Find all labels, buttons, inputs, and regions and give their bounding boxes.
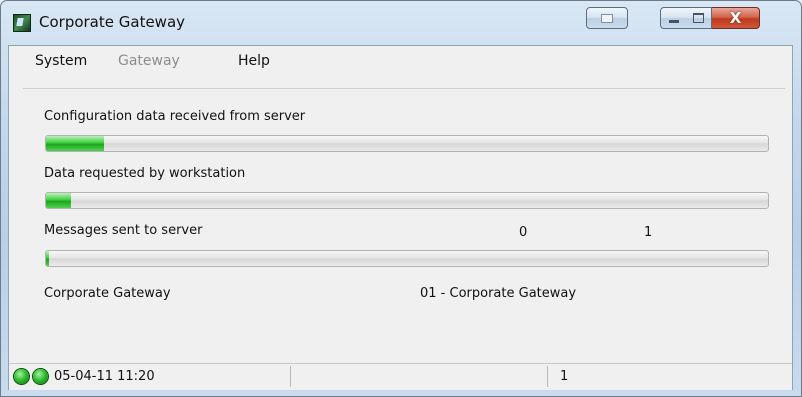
messages-sent-value: 0 [519, 225, 528, 240]
messages-sent-progress [45, 250, 769, 267]
data-requested-label: Data requested by workstation [44, 166, 246, 181]
maximize-button[interactable] [686, 7, 712, 29]
close-button[interactable]: X [712, 7, 760, 29]
data-requested-progress [45, 192, 769, 209]
messages-sent-label: Messages sent to server [44, 223, 203, 238]
gateway-id-label: 01 - Corporate Gateway [420, 286, 577, 301]
status-divider [547, 366, 548, 387]
main-window: Corporate Gateway X System Gateway Help … [0, 0, 802, 397]
minimize-button[interactable] [660, 7, 687, 29]
config-received-label: Configuration data received from server [44, 109, 306, 124]
close-icon: X [729, 8, 742, 27]
extra-caption-button[interactable] [586, 7, 628, 29]
messages-sent-fill [46, 251, 49, 266]
client-area: System Gateway Help Configuration data r… [8, 45, 793, 390]
data-requested-fill [46, 193, 72, 208]
status-led-icon [33, 369, 48, 384]
maximize-icon [693, 13, 704, 23]
status-divider [290, 366, 291, 387]
menu-system[interactable]: System [35, 53, 87, 69]
messages-sent-total: 1 [644, 225, 653, 240]
config-received-progress [45, 135, 769, 152]
menu-gateway[interactable]: Gateway [118, 53, 180, 69]
app-icon[interactable] [13, 14, 31, 32]
window-title: Corporate Gateway [39, 13, 186, 31]
status-panel: Configuration data received from server … [23, 88, 785, 354]
config-received-fill [46, 136, 104, 151]
status-bar: 05-04-11 11:20 1 [9, 363, 792, 390]
minimize-icon [668, 19, 679, 23]
status-led-icon [14, 369, 29, 384]
gateway-name-label: Corporate Gateway [44, 286, 171, 301]
status-datetime: 05-04-11 11:20 [54, 369, 155, 384]
menu-bar: System Gateway Help [9, 46, 792, 74]
status-panel-value: 1 [560, 369, 569, 384]
title-bar[interactable]: Corporate Gateway X [1, 1, 801, 45]
menu-help[interactable]: Help [238, 53, 270, 69]
restore-icon [601, 13, 613, 23]
